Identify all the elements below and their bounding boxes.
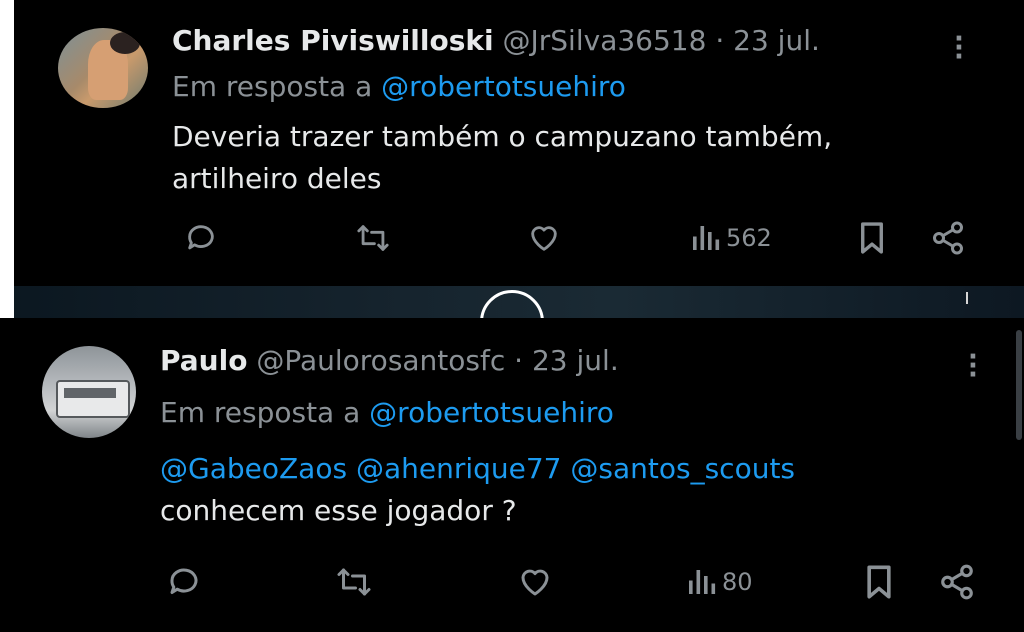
share-icon — [933, 221, 963, 255]
tweet-date[interactable]: 23 jul. — [733, 24, 820, 57]
scrollbar[interactable] — [1016, 330, 1022, 440]
reply-label: Em resposta a — [160, 396, 361, 429]
reply-context: Em resposta a @robertotsuehiro — [172, 70, 626, 104]
like-button[interactable] — [526, 218, 562, 258]
share-button[interactable] — [938, 562, 976, 602]
reply-to-mention[interactable]: @robertotsuehiro — [369, 396, 614, 429]
bookmark-icon — [867, 565, 891, 599]
reply-to-mention[interactable]: @robertotsuehiro — [381, 70, 626, 103]
divider-edge — [0, 286, 14, 318]
author-name[interactable]: Charles Piviswilloski — [172, 24, 494, 57]
avatar[interactable] — [58, 28, 148, 108]
mention-link[interactable]: @ahenrique77 — [356, 452, 562, 485]
views-icon — [689, 570, 716, 594]
author-name[interactable]: Paulo — [160, 344, 247, 377]
reply-button[interactable] — [184, 218, 218, 258]
views-button[interactable]: 562 — [690, 218, 772, 258]
mention-link[interactable]: @santos_scouts — [570, 452, 795, 485]
more-options-icon[interactable]: · · · — [968, 344, 978, 388]
avatar[interactable] — [42, 346, 136, 438]
share-button[interactable] — [930, 218, 966, 258]
tweet-date[interactable]: 23 jul. — [532, 344, 619, 377]
bookmark-icon — [861, 222, 883, 254]
tweet-mentions-line: @GabeoZaos @ahenrique77 @santos_scouts — [160, 448, 795, 490]
tweet-header: Charles Piviswilloski @JrSilva36518 · 23… — [172, 24, 820, 58]
like-button[interactable] — [516, 562, 554, 602]
mention-link[interactable]: @GabeoZaos — [160, 452, 347, 485]
like-icon — [521, 569, 549, 596]
views-button[interactable]: 80 — [686, 562, 753, 602]
author-handle[interactable]: @Paulorosantosfc — [256, 344, 505, 377]
bookmark-button[interactable] — [856, 218, 888, 258]
tweet-header: Paulo @Paulorosantosfc · 23 jul. — [160, 344, 619, 378]
retweet-button[interactable] — [354, 218, 392, 258]
tweet-text-line: Deveria trazer também o campuzano também… — [172, 120, 833, 153]
tweet-text-line: artilheiro deles — [172, 162, 382, 195]
bookmark-button[interactable] — [862, 562, 896, 602]
divider-mark — [966, 292, 968, 304]
avatar-detail — [110, 32, 140, 54]
tweet-text-line: conhecem esse jogador ? — [160, 494, 517, 527]
reply-button[interactable] — [166, 562, 202, 602]
tweet-actions: 80 — [0, 562, 1024, 602]
screenshot-divider — [0, 286, 1024, 354]
tweet-card[interactable]: Charles Piviswilloski @JrSilva36518 · 23… — [14, 0, 1024, 286]
avatar-figure — [56, 380, 130, 418]
separator-dot: · — [715, 24, 725, 57]
tweet-text: @GabeoZaos @ahenrique77 @santos_scouts c… — [160, 448, 795, 532]
tweet-actions: 562 — [14, 218, 1024, 258]
author-handle[interactable]: @JrSilva36518 — [503, 24, 707, 57]
views-icon — [693, 226, 720, 250]
separator-dot: · — [514, 344, 524, 377]
retweet-icon — [357, 225, 389, 251]
retweet-icon — [337, 568, 371, 596]
views-count: 562 — [726, 224, 772, 252]
like-icon — [531, 226, 557, 251]
reply-icon — [188, 225, 214, 250]
share-icon — [941, 564, 973, 600]
tweet-text: Deveria trazer também o campuzano também… — [172, 116, 832, 200]
reply-icon — [170, 568, 198, 594]
reply-context: Em resposta a @robertotsuehiro — [160, 396, 614, 430]
avatar-detail — [64, 388, 116, 398]
reply-label: Em resposta a — [172, 70, 373, 103]
retweet-button[interactable] — [334, 562, 374, 602]
more-options-icon[interactable]: · · · — [954, 26, 964, 70]
views-count: 80 — [722, 568, 753, 596]
